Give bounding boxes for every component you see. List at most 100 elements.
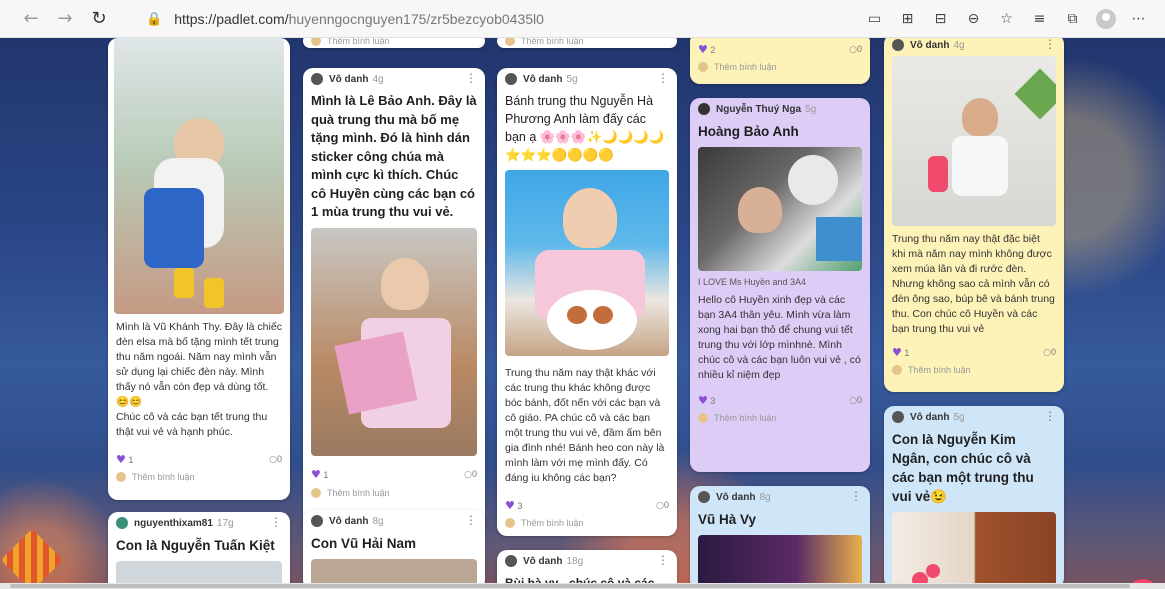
author-name: Vô danh [523,555,563,567]
add-comment[interactable]: Thêm bình luận [698,58,862,76]
add-comment[interactable]: Thêm bình luận [116,468,282,486]
heart-icon[interactable]: ♥ [698,394,708,407]
post-card[interactable]: Mình là Vũ Khánh Thy. Đây là chiếc đèn e… [108,38,290,500]
comment-icon[interactable]: ○ [464,470,472,480]
add-comment-label: Thêm bình luận [908,365,971,375]
post-menu-icon[interactable]: ⋮ [270,515,282,529]
post-author: Vô danh 4g ⋮ [311,68,477,90]
post-card[interactable]: Thêm bình luận [303,38,485,48]
post-card[interactable]: ♥ 2 ○0 Thêm bình luận [690,38,870,84]
avatar [505,555,517,567]
heart-icon[interactable]: ♥ [116,453,126,466]
post-card[interactable]: Thêm bình luận [497,38,677,48]
add-favorite-icon[interactable]: ☆ [990,5,1023,33]
comment-icon[interactable]: ○ [1043,348,1051,358]
add-comment-label: Thêm bình luận [714,62,777,72]
add-comment-label: Thêm bình luận [327,487,390,498]
horizontal-scrollbar[interactable] [0,583,1165,589]
post-menu-icon[interactable]: ⋮ [465,513,477,527]
post-card[interactable]: Vô danh 8g ⋮ Con Vũ Hải Nam [303,510,485,583]
post-image[interactable] [892,512,1056,583]
comment-count: 0 [856,394,862,405]
post-card[interactable]: Vô danh 5g ⋮ Con là Nguyễn Kim Ngân, con… [884,406,1064,583]
post-image[interactable] [505,170,669,356]
heart-icon[interactable]: ♥ [698,43,708,56]
post-card[interactable]: nguyenthixam81 17g ⋮ Con là Nguyễn Tuấn … [108,512,290,583]
heart-icon[interactable]: ♥ [505,499,515,512]
add-comment-label: Thêm bình luận [521,518,584,528]
add-comment[interactable]: Thêm bình luận [698,409,862,427]
post-footer: ♥ 1 ○0 [892,343,1056,361]
post-title: Hoàng Bảo Anh [698,124,799,139]
post-body: Mình là Vũ Khánh Thy. Đây là chiếc đèn e… [116,321,282,438]
post-image[interactable] [892,56,1056,226]
padlet-wall: Mình là Vũ Khánh Thy. Đây là chiếc đèn e… [0,38,1165,583]
post-author: Vô danh 8g ⋮ [311,510,477,532]
post-image[interactable] [116,561,282,583]
post-image[interactable] [311,227,477,456]
forward-icon[interactable]: → [48,4,82,34]
profile-icon[interactable] [1089,5,1122,33]
post-image[interactable] [311,559,477,583]
post-image[interactable] [698,535,862,583]
comment-count: 0 [1050,346,1056,357]
post-card[interactable]: Vô danh 4g ⋮ Mình là Lê Bảo Anh. Đây là … [303,68,485,532]
post-footer: ♥ 3 ○0 [698,391,862,409]
address-bar[interactable]: 🔒 https://padlet.com/huyenngocnguyen175/… [146,6,826,32]
post-menu-icon[interactable]: ⋮ [657,71,669,85]
zoom-icon[interactable]: ⊖ [957,5,990,33]
avatar [311,73,323,85]
add-comment[interactable]: Thêm bình luận [505,514,669,532]
post-author: Vô danh 18g ⋮ [505,550,669,572]
add-comment[interactable]: Thêm bình luận [303,38,485,48]
scrollbar-thumb[interactable] [10,584,1130,588]
post-author: Nguyễn Thuý Nga 5g [698,98,862,120]
post-menu-icon[interactable]: ⋮ [465,71,477,85]
post-card[interactable]: Vô danh 4g ⋮ Trung thu năm nay thật đặc … [884,38,1064,392]
add-comment[interactable]: Thêm bình luận [497,38,677,48]
reader-view-icon[interactable]: ▭ [858,5,891,33]
post-card[interactable]: Vô danh 18g ⋮ Bùi hà vy - chúc cô và các [497,550,677,583]
add-comment[interactable]: Thêm bình luận [892,361,1056,379]
heart-icon[interactable]: ♥ [892,346,902,359]
collections-icon[interactable]: ⧉ [1056,5,1089,33]
comment-icon[interactable]: ○ [656,501,664,511]
like-count: 1 [904,347,910,358]
comment-count: 0 [663,499,669,510]
apps-icon[interactable]: ⊞ [891,5,924,33]
post-title: Bánh trung thu Nguyễn Hà Phương Anh làm … [505,94,665,162]
author-name: Vô danh [910,39,950,51]
post-card[interactable]: Nguyễn Thuý Nga 5g Hoàng Bảo Anh I LOVE … [690,98,870,472]
add-comment[interactable]: Thêm bình luận [311,484,477,502]
avatar [698,491,710,503]
lock-icon: 🔒 [146,11,163,27]
user-avatar [505,38,515,46]
heart-icon[interactable]: ♥ [311,468,321,481]
comment-icon[interactable]: ○ [849,45,857,55]
post-menu-icon[interactable]: ⋮ [850,489,862,503]
post-menu-icon[interactable]: ⋮ [657,553,669,567]
post-menu-icon[interactable]: ⋮ [1044,38,1056,51]
post-title: Con Vũ Hải Nam [311,536,417,551]
post-author: nguyenthixam81 17g ⋮ [116,512,282,534]
post-image[interactable] [114,38,284,314]
more-icon[interactable]: ⋯ [1122,5,1155,33]
user-avatar [311,38,321,46]
comment-icon[interactable]: ○ [849,396,857,406]
browser-toolbar: ← → ↻ 🔒 https://padlet.com/huyenngocnguy… [0,0,1165,38]
immersive-reader-icon[interactable]: ⊟ [924,5,957,33]
post-title: Mình là Lê Bảo Anh. Đây là quà trung thu… [311,93,477,219]
favorites-icon[interactable]: ≡ [1023,5,1056,33]
back-icon[interactable]: ← [14,4,48,34]
post-card[interactable]: Vô danh 5g ⋮ Bánh trung thu Nguyễn Hà Ph… [497,68,677,536]
post-card[interactable]: Vô danh 8g ⋮ Vũ Hà Vy [690,486,870,583]
post-author: Vô danh 5g ⋮ [505,68,669,90]
comment-icon[interactable]: ○ [269,455,277,465]
comment-count: 0 [471,469,477,479]
author-name: Vô danh [910,411,950,423]
post-image[interactable] [698,147,862,271]
post-menu-icon[interactable]: ⋮ [1044,409,1056,423]
reload-icon[interactable]: ↻ [82,4,116,34]
avatar [116,517,128,529]
user-avatar [698,62,708,72]
